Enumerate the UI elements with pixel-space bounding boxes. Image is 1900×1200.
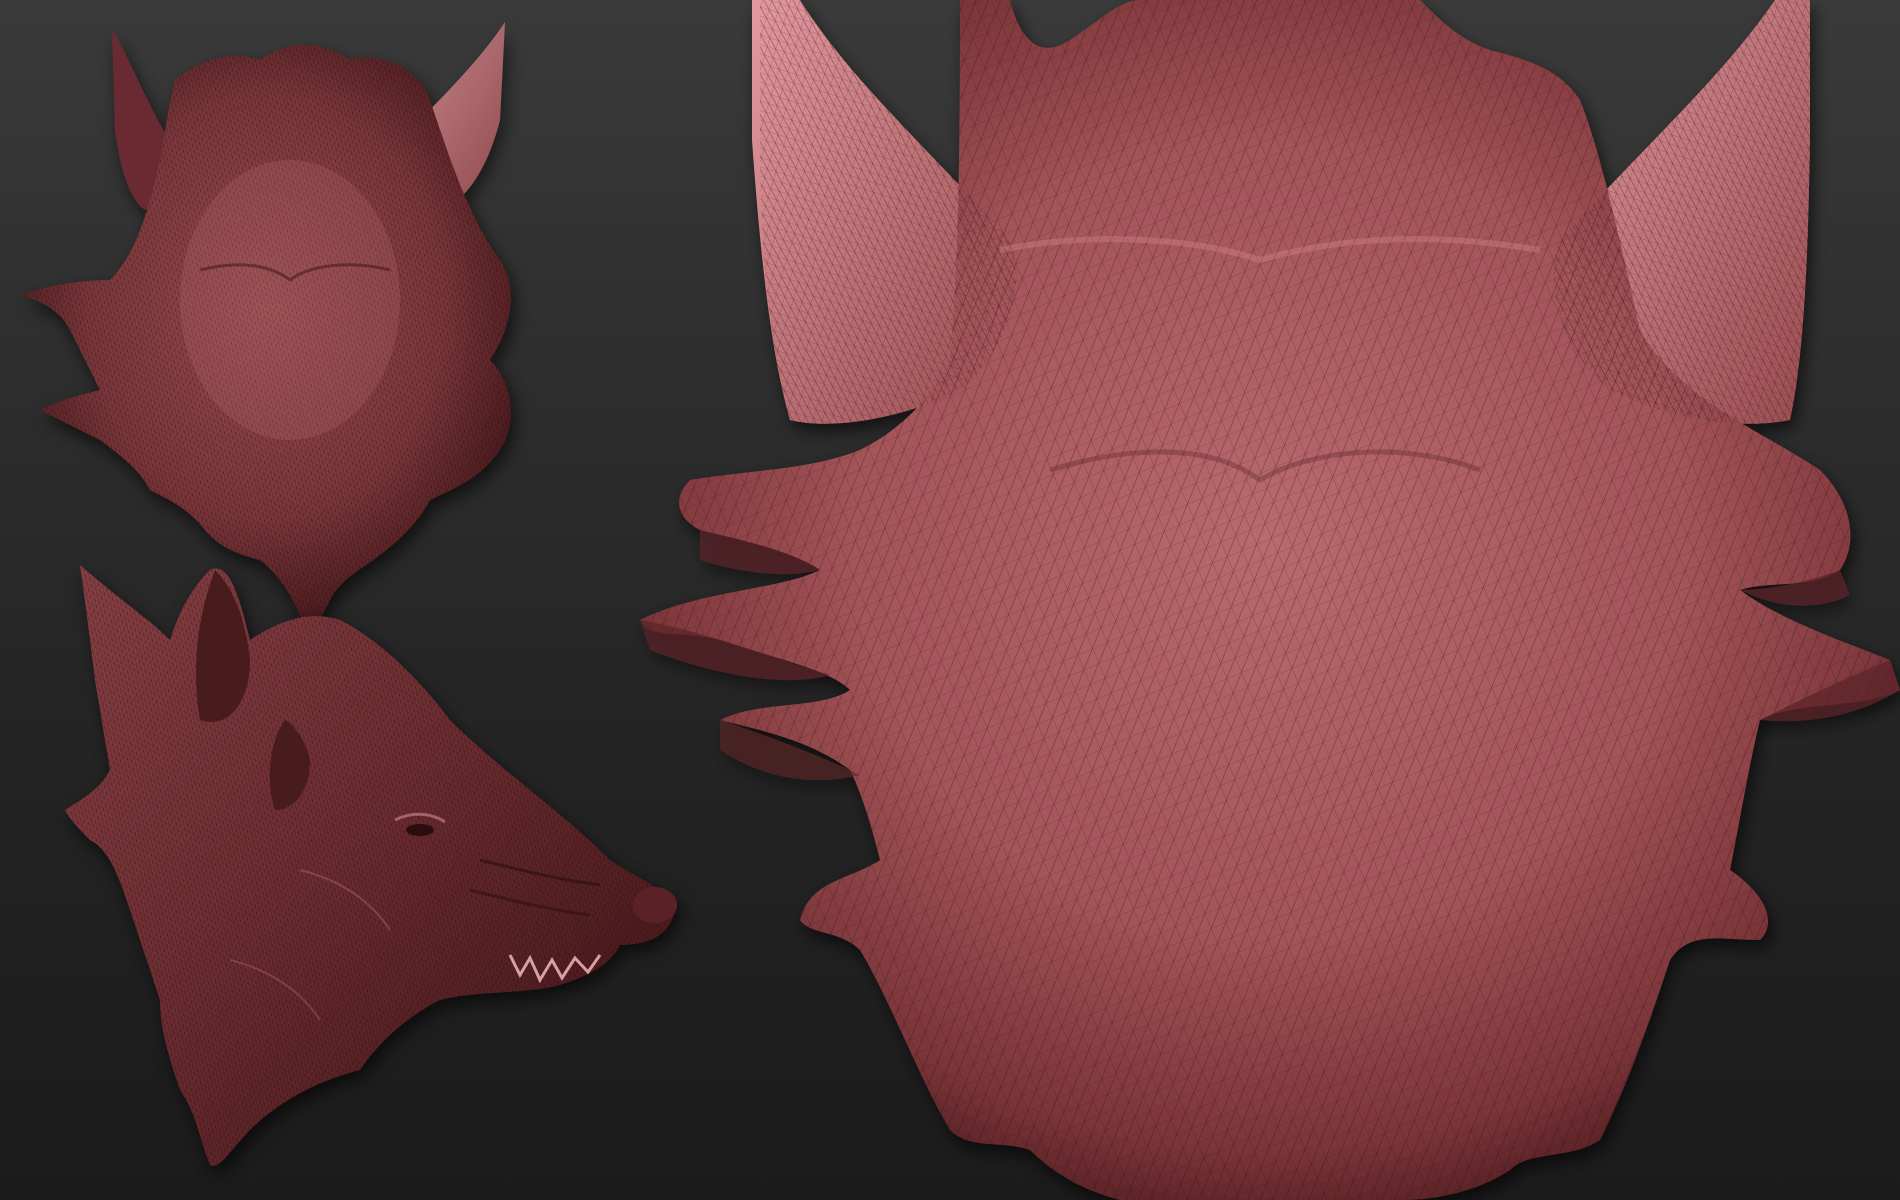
top-view-large <box>640 0 1900 1200</box>
nose <box>633 887 677 923</box>
top-view-small <box>20 22 511 629</box>
eye <box>406 824 434 836</box>
render-viewport[interactable] <box>0 0 1900 1200</box>
side-view-profile <box>65 565 677 1166</box>
sculpt-render <box>20 0 1900 1200</box>
